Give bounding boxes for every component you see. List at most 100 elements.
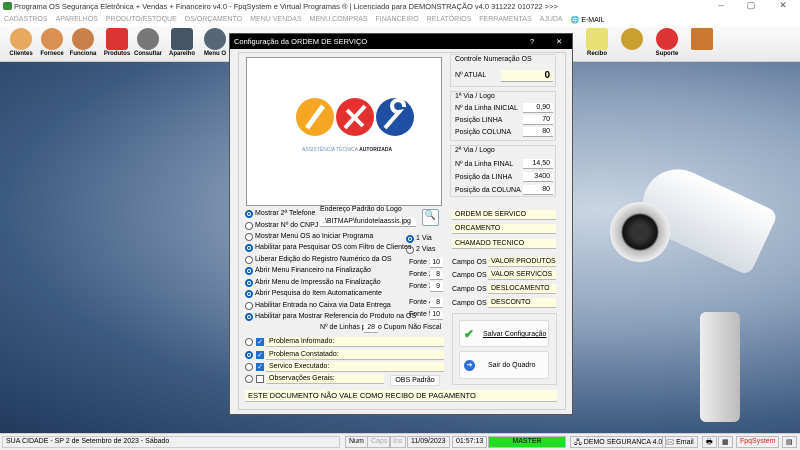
fonte-4-field[interactable]: 8 <box>430 298 443 308</box>
status-time: 01:57:13 <box>452 436 488 448</box>
menu-aparelhos[interactable]: APARELHOS <box>56 16 98 26</box>
footer-text-field[interactable]: ESTE DOCUMENTO NÃO VALE COMO RECIBO DE P… <box>245 390 557 402</box>
campo-os-1-field[interactable]: VALOR PRODUTOS <box>488 257 556 267</box>
calculator-icon[interactable]: ▦ <box>718 436 733 448</box>
fonte-1-field[interactable]: 10 <box>430 258 443 268</box>
option-radio-4[interactable] <box>245 244 253 252</box>
doc-title-os-field[interactable]: ORDEM DE SERVICO <box>452 210 556 220</box>
exit-button[interactable] <box>688 27 716 61</box>
via1-posicao-coluna-field[interactable]: 80 <box>523 127 553 137</box>
app-title-bar: Programa OS Segurança Eletrônica + Venda… <box>0 0 800 13</box>
doc-title-chamado-field[interactable]: CHAMADO TECNICO <box>452 239 556 249</box>
memo-radio-4[interactable] <box>245 375 253 383</box>
status-bar: SUA CIDADE - SP 2 de Setembro de 2023 - … <box>0 433 800 450</box>
aparelho-button[interactable]: Aparelho <box>166 27 198 61</box>
recibo-button[interactable]: Recibo <box>582 27 612 61</box>
produtos-button[interactable]: Produtos <box>101 27 133 61</box>
minimize-button[interactable]: – <box>706 0 736 13</box>
menu-email[interactable]: 🌐 E-MAIL <box>571 16 605 26</box>
printer-icon[interactable]: 🖶 <box>702 436 717 448</box>
funciona-button[interactable]: Funciona <box>68 27 98 61</box>
memo-radio-1[interactable] <box>245 338 253 346</box>
option-radio-7[interactable] <box>245 279 253 287</box>
memo-field-3[interactable]: Servico Executado: <box>266 362 444 372</box>
suporte-button[interactable]: Suporte <box>652 27 682 61</box>
memo-field-4[interactable]: Observações Gerais: <box>266 374 384 384</box>
menu-relatorios[interactable]: RELATÓRIOS <box>427 16 472 26</box>
suporte-label: Suporte <box>655 51 679 57</box>
option-radio-2[interactable] <box>245 222 253 230</box>
close-button[interactable]: ✕ <box>768 0 798 13</box>
clientes-button[interactable]: Clientes <box>6 27 36 61</box>
option-radio-3[interactable] <box>245 233 253 241</box>
campo-os-4-field[interactable]: DESCONTO <box>488 298 556 308</box>
via1-posicao-coluna-label: Posição COLUNA <box>455 129 512 136</box>
option-radio-8[interactable] <box>245 290 253 298</box>
dialog-close-button[interactable]: ✕ <box>556 37 562 46</box>
via2-posicao-linha-field[interactable]: 3400 <box>523 172 553 182</box>
menu-os-button[interactable]: Menu O <box>201 27 229 61</box>
logo-path-field[interactable]: .\BITMAP\fundotelaassis.jpg <box>320 217 416 227</box>
fonte-2-field[interactable]: 8 <box>430 270 443 280</box>
logo-text-a: ASSISTÊNCIA TÉCNICA <box>302 147 358 153</box>
menu-os-orcamento[interactable]: OS/ORÇAMENTO <box>185 16 242 26</box>
via2-posicao-linha-label: Posição da LINHA <box>455 174 513 181</box>
menu-ajuda[interactable]: AJUDA <box>540 16 563 26</box>
memo-field-1[interactable]: Problema Informado: <box>266 337 444 347</box>
memo-checkbox-1[interactable]: ✓ <box>256 338 264 346</box>
funciona-label: Funciona <box>69 51 97 57</box>
via1-posicao-linha-field[interactable]: 70 <box>523 115 553 125</box>
checkmark-icon: ✔ <box>464 327 475 341</box>
option-radio-1[interactable] <box>245 210 253 218</box>
status-company-label: DEMO SEGURANCA 4.0 <box>583 439 663 446</box>
option-radio-10[interactable] <box>245 313 253 321</box>
via2-posicao-coluna-field[interactable]: 80 <box>523 185 553 195</box>
option-label-1: Mostrar 2ª Telefone <box>255 210 316 217</box>
memo-checkbox-2[interactable]: ✓ <box>256 351 264 359</box>
doc-title-orcamento-field[interactable]: ORCAMENTO <box>452 224 556 234</box>
radio-1-via[interactable] <box>406 235 414 243</box>
menu-produto-estoque[interactable]: PRODUTO/ESTOQUE <box>106 16 177 26</box>
via2-linha-final-field[interactable]: 14,50 <box>523 159 553 169</box>
option-radio-9[interactable] <box>245 302 253 310</box>
option-label-3: Mostrar Menu OS ao Iniciar Programa <box>255 233 374 240</box>
clients-icon <box>10 28 32 50</box>
via1-linha-inicial-field[interactable]: 0,90 <box>523 103 553 113</box>
browse-logo-button[interactable]: 🔍 <box>422 209 439 226</box>
status-company: 🖧 DEMO SEGURANCA 4.0 <box>570 436 667 448</box>
menu-vendas[interactable]: MENU VENDAS <box>250 16 301 26</box>
menu-financeiro[interactable]: FINANCEIRO <box>376 16 419 26</box>
fonte-5-field[interactable]: 10 <box>430 310 443 320</box>
menu-ferramentas[interactable]: FERRAMENTAS <box>479 16 531 26</box>
control-group-title: Controle Numeração OS <box>455 56 532 63</box>
calendar-icon[interactable]: ▤ <box>782 436 797 448</box>
campo-os-4-label: Campo OS 4 <box>452 300 493 307</box>
via1-posicao-linha-label: Posição LINHA <box>455 117 503 124</box>
memo-radio-3[interactable] <box>245 363 253 371</box>
option-radio-5[interactable] <box>245 256 253 264</box>
atual-field[interactable]: 0 <box>501 70 553 82</box>
obs-padrao-button[interactable]: OBS Padrão <box>390 375 440 386</box>
menu-cadastros[interactable]: CADASTROS <box>4 16 48 26</box>
fornece-button[interactable]: Fornece <box>38 27 66 61</box>
fonte-3-field[interactable]: 9 <box>430 282 443 292</box>
coin-icon <box>621 28 643 50</box>
option-label-7: Abrir Menu de Impressão na Finalização <box>255 279 381 286</box>
status-email[interactable]: 🖂 Email <box>662 436 698 448</box>
option-radio-6[interactable] <box>245 267 253 275</box>
memo-checkbox-4[interactable] <box>256 375 264 383</box>
memo-field-2[interactable]: Problema Constatado: <box>266 350 444 360</box>
linhas-cupom-field[interactable]: 28 <box>364 323 378 333</box>
maximize-button[interactable]: ▢ <box>736 0 766 13</box>
exit-dialog-button[interactable]: ➔ Sair do Quadro <box>459 351 549 379</box>
camera-lens-image <box>610 202 670 262</box>
memo-radio-2[interactable] <box>245 351 253 359</box>
campo-os-2-field[interactable]: VALOR SERVICOS <box>488 270 556 280</box>
save-button[interactable]: ✔ Salvar Configuração <box>459 320 549 347</box>
financeiro-button[interactable] <box>618 27 646 61</box>
memo-checkbox-3[interactable]: ✓ <box>256 363 264 371</box>
menu-compras[interactable]: MENU COMPRAS <box>310 16 368 26</box>
consultar-button[interactable]: Consultar <box>133 27 163 61</box>
campo-os-3-field[interactable]: DESLOCAMENTO <box>488 284 556 294</box>
help-button[interactable]: ? <box>530 37 534 46</box>
